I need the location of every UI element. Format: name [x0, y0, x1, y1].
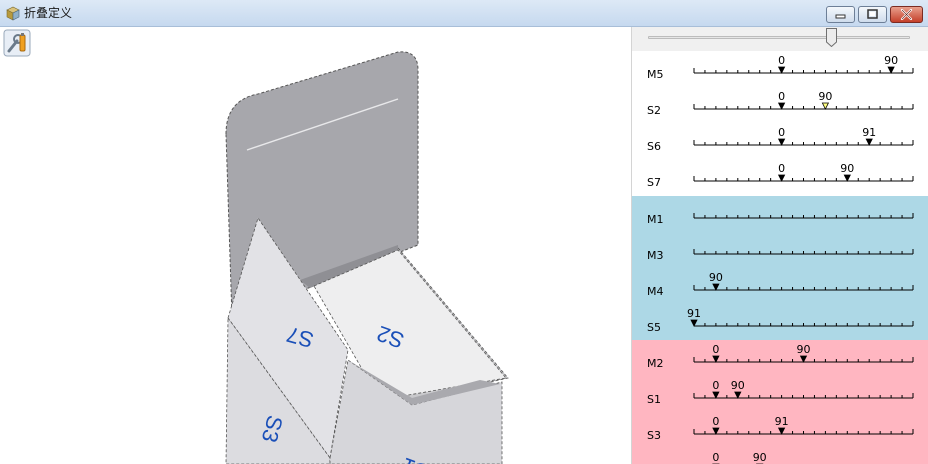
fold-marker-angle: 90 [884, 54, 898, 67]
fold-marker-angle: 91 [862, 126, 876, 139]
fold-timeline[interactable]: 0 90 [632, 448, 928, 464]
group-white: M5 0 90 S2 0 90 S6 0 91 S7 0 90 [632, 51, 928, 196]
fold-row[interactable]: M3 [632, 232, 928, 268]
fold-timeline[interactable]: 90 [632, 268, 928, 304]
fold-marker[interactable] [777, 427, 786, 435]
fold-row[interactable]: S7 0 90 [632, 159, 928, 195]
fold-timeline[interactable]: 0 90 [632, 159, 928, 195]
maximize-button[interactable] [858, 6, 887, 23]
fold-marker-angle: 0 [778, 90, 785, 103]
fold-row[interactable]: S5 91 [632, 304, 928, 340]
fold-timeline[interactable]: 0 90 [632, 376, 928, 412]
fold-marker[interactable] [712, 283, 720, 291]
fold-timeline[interactable]: 0 90 [632, 51, 928, 87]
tools-icon[interactable] [3, 29, 31, 57]
fold-marker-angle: 90 [840, 162, 854, 175]
fold-marker-angle: 90 [797, 343, 811, 356]
fold-timeline[interactable]: 0 91 [632, 123, 928, 159]
fold-marker-angle: 0 [712, 451, 719, 464]
fold-marker-angle: 0 [712, 379, 719, 392]
close-icon [900, 8, 913, 21]
folded-box-model: S7 S2 S3 S1 [225, 51, 509, 464]
fold-marker[interactable] [777, 174, 786, 182]
fold-timeline[interactable]: 0 90 [632, 340, 928, 376]
fold-marker-angle: 90 [731, 379, 745, 392]
fold-row[interactable]: S3 0 91 [632, 412, 928, 448]
fold-marker[interactable] [777, 66, 786, 74]
title-bar[interactable]: 折叠定义 [0, 0, 928, 27]
fold-marker-angle: 91 [775, 415, 789, 428]
fold-row[interactable]: S6 0 91 [632, 123, 928, 159]
minimize-button[interactable] [826, 6, 855, 23]
fold-timeline[interactable]: 0 91 [632, 412, 928, 448]
group-blue: M1 M3 M4 90 S5 91 [632, 196, 928, 340]
fold-timeline[interactable] [632, 232, 928, 268]
fold-marker[interactable] [712, 427, 720, 435]
fold-timeline[interactable]: 0 90 [632, 87, 928, 123]
slider-track[interactable] [648, 36, 910, 39]
slider-thumb[interactable] [826, 28, 838, 47]
fold-marker[interactable] [887, 66, 895, 74]
maximize-icon [867, 9, 878, 19]
fold-marker[interactable] [821, 102, 830, 110]
cube-app-icon [6, 6, 20, 21]
fold-marker-angle: 0 [778, 54, 785, 67]
fold-sequence-panel: M5 0 90 S2 0 90 S6 0 91 S7 0 90 M1 M3 M4 90 S5 91 M2 0 90 S… [631, 27, 928, 464]
fold-row[interactable]: S1 0 90 [632, 376, 928, 412]
fold-row[interactable]: M4 90 [632, 268, 928, 304]
fold-marker[interactable] [734, 391, 742, 399]
fold-marker[interactable] [712, 355, 720, 363]
fold-marker[interactable] [777, 102, 786, 110]
fold-marker-angle: 0 [712, 343, 719, 356]
fold-timeline[interactable]: 91 [632, 304, 928, 340]
fold-row[interactable]: S2 0 90 [632, 87, 928, 123]
fold-marker[interactable] [712, 391, 720, 399]
close-button[interactable] [890, 6, 923, 23]
fold-marker-angle: 90 [818, 90, 832, 103]
window-title: 折叠定义 [24, 6, 73, 20]
fold-marker[interactable] [865, 138, 873, 146]
fold-marker-angle: 91 [687, 307, 701, 320]
fold-definition-window: 折叠定义 S7 S2 S3 M5 0 90 S2 0 90 S6 0 91 S7… [0, 0, 928, 464]
fold-row[interactable]: 0 90 [632, 448, 928, 464]
fold-marker-angle: 0 [778, 126, 785, 139]
minimize-icon [835, 14, 846, 19]
fold-slider[interactable] [632, 27, 928, 51]
fold-marker-angle: 0 [778, 162, 785, 175]
fold-marker-angle: 0 [712, 415, 719, 428]
fold-marker[interactable] [843, 174, 851, 182]
fold-marker[interactable] [690, 319, 698, 327]
group-pink: M2 0 90 S1 0 90 S3 0 91 0 90 [632, 340, 928, 464]
fold-row[interactable]: M5 0 90 [632, 51, 928, 87]
fold-marker[interactable] [777, 138, 786, 146]
fold-marker-angle: 90 [709, 271, 723, 284]
fold-timeline[interactable] [632, 196, 928, 232]
3d-viewport[interactable]: S7 S2 S3 S1 [0, 27, 631, 464]
fold-row[interactable]: M2 0 90 [632, 340, 928, 376]
fold-marker-angle: 90 [753, 451, 767, 464]
fold-marker[interactable] [799, 355, 808, 363]
fold-row[interactable]: M1 [632, 196, 928, 232]
